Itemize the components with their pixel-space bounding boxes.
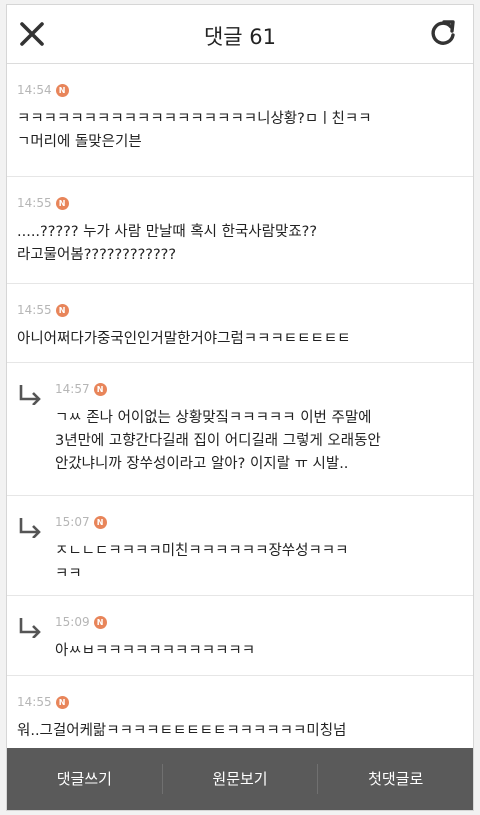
comment-text: .....????? 누가 사람 만날때 혹시 한국사람맞죠?? 라고물어봄??… <box>17 224 318 263</box>
top-bar: 댓글 61 <box>7 5 473 64</box>
comment-list[interactable]: 14:54 N ㅋㅋㅋㅋㅋㅋㅋㅋㅋㅋㅋㅋㅋㅋㅋㅋㅋㅋ니상황?ㅁㅣ친ㅋㅋ ㄱ머리에… <box>7 64 473 750</box>
view-original-button[interactable]: 원문보기 <box>163 748 318 810</box>
comment-meta: 14:54 N <box>17 83 69 97</box>
bottom-action-bar: 댓글쓰기 원문보기 첫댓글로 <box>7 748 473 810</box>
comment-item: 14:55 N .....????? 누가 사람 만날때 혹시 한국사람맞죠??… <box>7 177 473 284</box>
comment-item: 14:55 N 아니어쩌다가중국인인거말한거야그럼ㅋㅋㅋㅌㅌㅌㅌㅌ <box>7 284 473 363</box>
new-badge: N <box>55 83 69 97</box>
reply-item: 14:57 N ㄱㅆ 존나 어이없는 상황맞짘ㅋㅋㅋㅋㅋ 이번 주말에 3년만에… <box>7 363 473 496</box>
comment-meta: 14:57 N <box>55 382 107 396</box>
new-badge: N <box>93 382 107 396</box>
new-badge: N <box>93 515 107 529</box>
comment-text: ㅈㄴㄴㄷㅋㅋㅋㅋ미친ㅋㅋㅋㅋㅋㅋ장쑤성ㅋㅋㅋ ㅋㅋ <box>55 543 349 582</box>
comment-time: 14:55 <box>17 303 52 317</box>
first-comment-button[interactable]: 첫댓글로 <box>318 748 473 810</box>
comment-text: 워..그걸어케랆ㅋㅋㅋㅋㅌㅌㅌㅌㅌㅋㅋㅋㅋㅋㅋ미칭넘 <box>17 723 347 739</box>
comment-item: 14:55 N 워..그걸어케랆ㅋㅋㅋㅋㅌㅌㅌㅌㅌㅋㅋㅋㅋㅋㅋ미칭넘 <box>7 676 473 750</box>
write-comment-button[interactable]: 댓글쓰기 <box>7 748 162 810</box>
comment-meta: 14:55 N <box>17 303 69 317</box>
refresh-button[interactable] <box>427 18 459 50</box>
comment-text: 아니어쩌다가중국인인거말한거야그럼ㅋㅋㅋㅌㅌㅌㅌㅌ <box>17 331 351 347</box>
comment-time: 14:55 <box>17 196 52 210</box>
page-title: 댓글 61 <box>203 25 277 49</box>
new-badge: N <box>55 303 69 317</box>
comment-meta: 15:07 N <box>55 515 107 529</box>
comment-text: 아ㅆㅂㅋㅋㅋㅋㅋㅋㅋㅋㅋㅋㅋㅋ <box>55 643 256 659</box>
comment-time: 15:09 <box>55 615 90 629</box>
comment-time: 14:55 <box>17 695 52 709</box>
comment-meta: 14:55 N <box>17 695 69 709</box>
reply-arrow-icon <box>19 385 41 405</box>
reply-arrow-icon <box>19 518 41 538</box>
comment-time: 14:57 <box>55 382 90 396</box>
comment-meta: 14:55 N <box>17 196 69 210</box>
comment-item: 14:54 N ㅋㅋㅋㅋㅋㅋㅋㅋㅋㅋㅋㅋㅋㅋㅋㅋㅋㅋ니상황?ㅁㅣ친ㅋㅋ ㄱ머리에… <box>7 64 473 177</box>
comment-time: 15:07 <box>55 515 90 529</box>
comment-text: ㄱㅆ 존나 어이없는 상황맞짘ㅋㅋㅋㅋㅋ 이번 주말에 3년만에 고향간다길래 … <box>55 410 381 472</box>
comment-time: 14:54 <box>17 83 52 97</box>
new-badge: N <box>55 196 69 210</box>
app-frame: 댓글 61 14:54 N ㅋㅋㅋㅋㅋㅋㅋㅋㅋㅋㅋㅋㅋㅋㅋㅋㅋㅋ니상황?ㅁㅣ친ㅋ… <box>6 4 474 811</box>
new-badge: N <box>55 695 69 709</box>
comment-meta: 15:09 N <box>55 615 107 629</box>
new-badge: N <box>93 615 107 629</box>
reply-item: 15:07 N ㅈㄴㄴㄷㅋㅋㅋㅋ미친ㅋㅋㅋㅋㅋㅋ장쑤성ㅋㅋㅋ ㅋㅋ <box>7 496 473 596</box>
reply-arrow-icon <box>19 618 41 638</box>
refresh-icon <box>431 20 455 45</box>
comment-text: ㅋㅋㅋㅋㅋㅋㅋㅋㅋㅋㅋㅋㅋㅋㅋㅋㅋㅋ니상황?ㅁㅣ친ㅋㅋ ㄱ머리에 돌맞은기븐 <box>17 111 372 150</box>
reply-item: 15:09 N 아ㅆㅂㅋㅋㅋㅋㅋㅋㅋㅋㅋㅋㅋㅋ <box>7 596 473 676</box>
